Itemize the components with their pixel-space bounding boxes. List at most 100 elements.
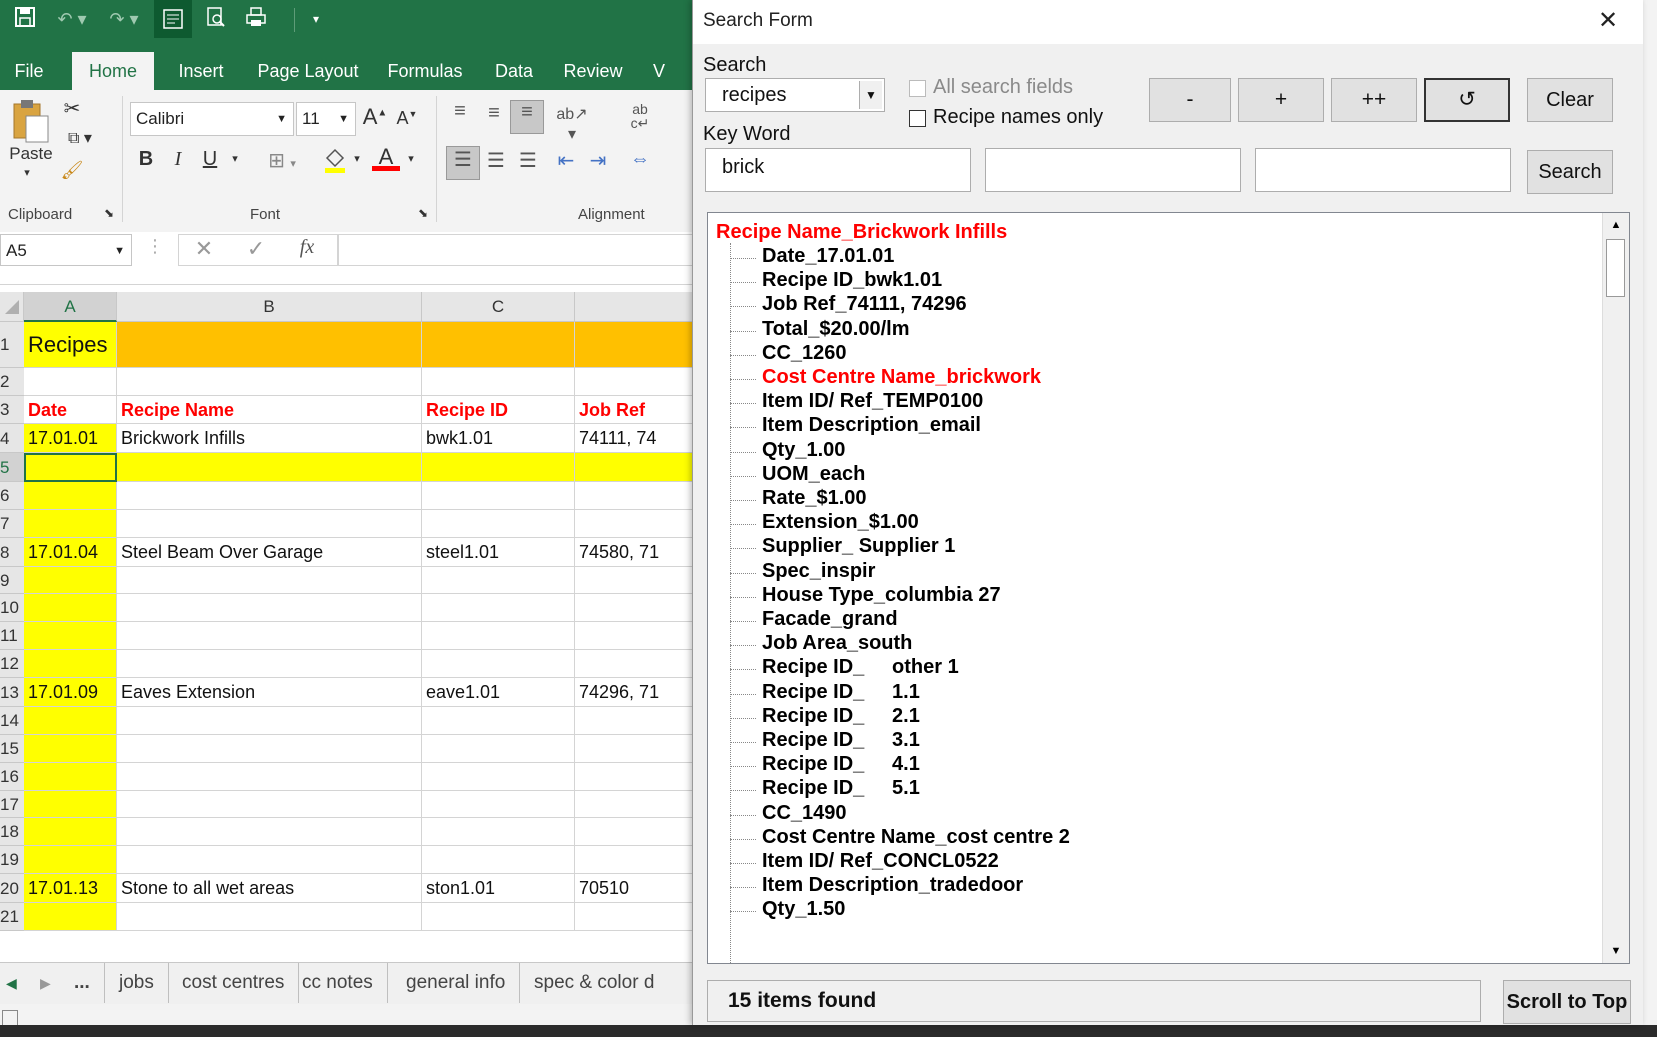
font-color-button[interactable]: A — [372, 144, 400, 171]
align-top-icon[interactable]: ≡ — [446, 100, 474, 123]
cell-b13[interactable]: Eaves Extension — [117, 678, 422, 707]
cell-c11[interactable] — [422, 622, 575, 650]
tree-node[interactable]: Total_$20.00/lm — [762, 318, 909, 341]
cell-a12[interactable] — [24, 650, 117, 678]
row-header[interactable]: 3 — [0, 396, 24, 424]
cell-c1[interactable] — [422, 322, 575, 368]
close-icon[interactable]: ✕ — [1593, 6, 1623, 35]
row-header[interactable]: 21 — [0, 903, 24, 931]
cell-c21[interactable] — [422, 903, 575, 931]
cell-b2[interactable] — [117, 368, 422, 396]
recipe-names-only-checkbox[interactable] — [909, 110, 926, 127]
insert-function-button[interactable]: fx — [292, 236, 322, 259]
cell-d7[interactable] — [575, 510, 700, 538]
cell-c16[interactable] — [422, 763, 575, 791]
scroll-up-icon[interactable]: ▲ — [1603, 213, 1629, 237]
cell-b5[interactable] — [117, 453, 422, 482]
cell-d12[interactable] — [575, 650, 700, 678]
align-center-icon[interactable]: ☰ — [482, 148, 510, 173]
cell-a17[interactable] — [24, 791, 117, 818]
cell-b7[interactable] — [117, 510, 422, 538]
cell-b21[interactable] — [117, 903, 422, 931]
tree-node[interactable]: Cost Centre Name_brickwork — [762, 366, 1041, 389]
cell-d10[interactable] — [575, 594, 700, 622]
row-header[interactable]: 8 — [0, 538, 24, 567]
row-header[interactable]: 14 — [0, 707, 24, 735]
cell-c12[interactable] — [422, 650, 575, 678]
row-header[interactable]: 20 — [0, 874, 24, 903]
sheet-tab-jobs[interactable]: jobs — [104, 963, 169, 1003]
increase-indent-icon[interactable]: ⇥ — [584, 148, 612, 173]
tree-scrollbar[interactable]: ▲ ▼ — [1602, 213, 1629, 963]
plus-plus-button[interactable]: ++ — [1331, 78, 1417, 122]
cell-a3[interactable]: Date — [24, 396, 117, 424]
row-header[interactable]: 15 — [0, 735, 24, 763]
row-header[interactable]: 2 — [0, 368, 24, 396]
undo-icon[interactable]: ↶ ▾ — [52, 6, 92, 32]
print-preview-icon[interactable] — [200, 6, 232, 32]
cell-c13[interactable]: eave1.01 — [422, 678, 575, 707]
column-header-a[interactable]: A — [24, 292, 117, 322]
tree-node[interactable]: Item Description_email — [762, 414, 981, 437]
tree-node[interactable]: Job Ref_74111, 74296 — [762, 293, 967, 316]
keyword-input-1[interactable]: brick — [705, 148, 971, 192]
row-header[interactable]: 19 — [0, 846, 24, 874]
scroll-to-top-button[interactable]: Scroll to Top — [1503, 980, 1631, 1024]
cell-b3[interactable]: Recipe Name — [117, 396, 422, 424]
decrease-indent-icon[interactable]: ⇤ — [552, 148, 580, 173]
form-icon[interactable] — [154, 0, 192, 38]
sheet-tab-cc-notes[interactable]: cc notes — [288, 963, 388, 1003]
cancel-icon[interactable]: ✕ — [190, 236, 218, 262]
cell-d1[interactable] — [575, 322, 700, 368]
tree-node[interactable]: CC_1260 — [762, 342, 847, 365]
cell-d5[interactable] — [575, 453, 700, 482]
paste-icon[interactable] — [6, 98, 56, 144]
cell-d9[interactable] — [575, 567, 700, 594]
cell-c18[interactable] — [422, 818, 575, 846]
cell-d16[interactable] — [575, 763, 700, 791]
tree-node[interactable]: Supplier_ Supplier 1 — [762, 535, 955, 558]
wrap-text-icon[interactable]: ab c↵ — [628, 102, 652, 130]
row-header[interactable]: 16 — [0, 763, 24, 791]
fill-color-dropdown-icon[interactable]: ▾ — [350, 152, 364, 165]
row-header[interactable]: 6 — [0, 482, 24, 510]
tree-node[interactable]: Item Description_tradedoor — [762, 874, 1023, 897]
cell-d18[interactable] — [575, 818, 700, 846]
font-color-dropdown-icon[interactable]: ▾ — [404, 152, 418, 165]
cell-a7[interactable] — [24, 510, 117, 538]
align-right-icon[interactable]: ☰ — [514, 148, 542, 173]
cell-d14[interactable] — [575, 707, 700, 735]
cell-a2[interactable] — [24, 368, 117, 396]
merge-center-icon[interactable]: ⇔ — [626, 148, 654, 171]
reset-button[interactable]: ↺ — [1424, 78, 1510, 122]
align-middle-icon[interactable]: ≡ — [480, 102, 508, 125]
chevron-down-icon[interactable]: ▼ — [859, 81, 882, 109]
cell-b10[interactable] — [117, 594, 422, 622]
borders-icon[interactable]: ⊞ ▾ — [258, 148, 306, 173]
tree-node[interactable]: Job Area_south — [762, 632, 912, 655]
tree-node[interactable]: Date_17.01.01 — [762, 245, 894, 268]
cell-a18[interactable] — [24, 818, 117, 846]
align-bottom-icon[interactable]: ≡ — [510, 100, 544, 134]
row-header[interactable]: 1 — [0, 322, 24, 368]
search-button[interactable]: Search — [1527, 150, 1613, 194]
cell-a4[interactable]: 17.01.01 — [24, 424, 117, 453]
cell-a11[interactable] — [24, 622, 117, 650]
tree-node[interactable]: Recipe ID_ 4.1 — [762, 753, 920, 776]
tree-node[interactable]: UOM_each — [762, 463, 865, 486]
cell-a19[interactable] — [24, 846, 117, 874]
cell-a8[interactable]: 17.01.04 — [24, 538, 117, 567]
cell-d15[interactable] — [575, 735, 700, 763]
cut-icon[interactable]: ✂ — [60, 96, 84, 121]
tree-node[interactable]: Recipe ID_ 2.1 — [762, 705, 920, 728]
cell-a15[interactable] — [24, 735, 117, 763]
select-all-corner[interactable] — [0, 292, 24, 322]
enter-icon[interactable]: ✓ — [242, 236, 270, 262]
font-name-box[interactable]: Calibri ▼ — [130, 102, 294, 136]
tree-root-node[interactable]: Recipe Name_Brickwork Infills — [716, 221, 1007, 244]
keyword-input-3[interactable] — [1255, 148, 1511, 192]
tree-node[interactable]: Recipe ID_ other 1 — [762, 656, 959, 679]
font-size-box[interactable]: 11 ▼ — [296, 102, 356, 136]
orientation-icon[interactable]: ab↗ ▾ — [552, 104, 592, 144]
cell-c2[interactable] — [422, 368, 575, 396]
